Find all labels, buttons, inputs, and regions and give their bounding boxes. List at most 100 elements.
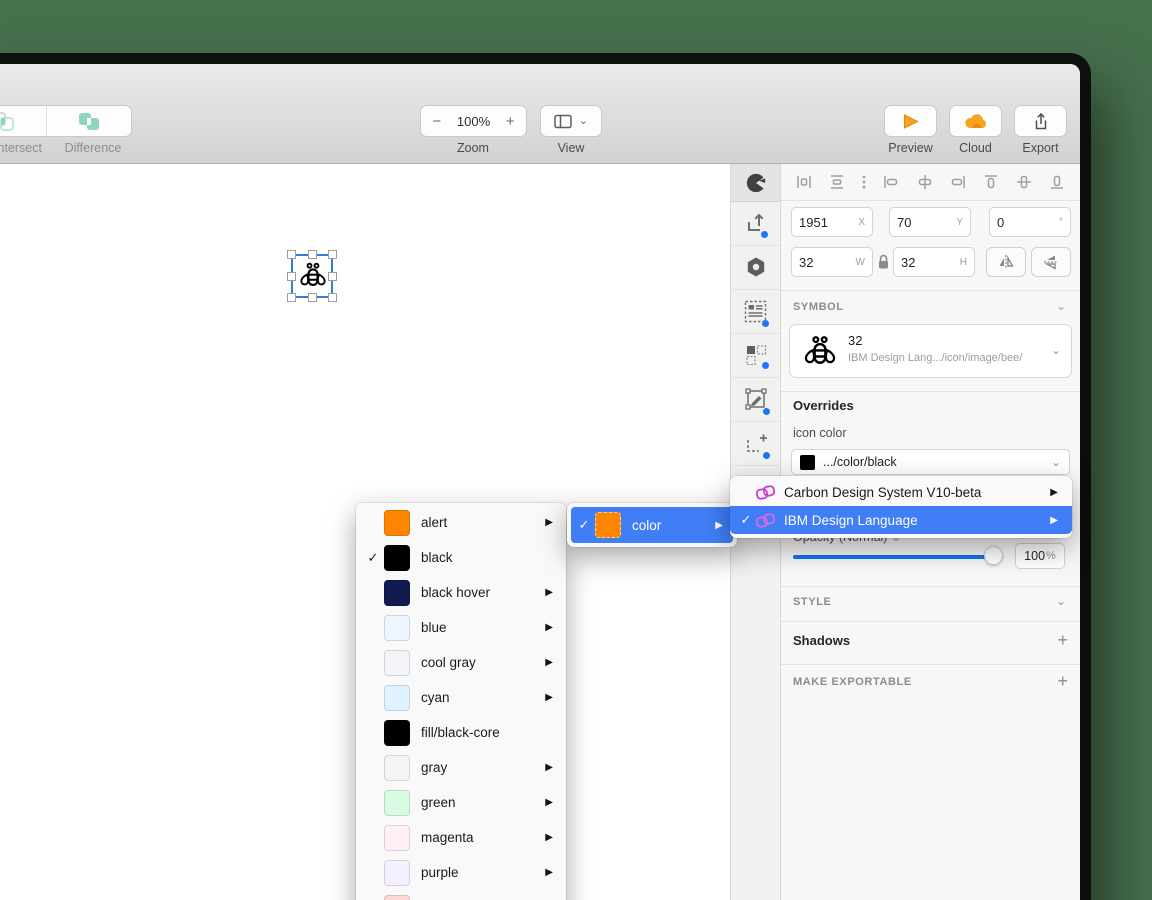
symbol-collapse-chevron-icon[interactable]: ⌄ [1056, 299, 1066, 313]
align-top-icon[interactable] [982, 173, 1000, 191]
menu-item-label: Carbon Design System V10-beta [784, 484, 982, 500]
difference-button[interactable] [45, 106, 132, 136]
menu-item-blue[interactable]: blue ▶ [356, 610, 566, 645]
preview-label: Preview [888, 141, 933, 155]
resize-handle[interactable] [328, 272, 337, 281]
submenu-arrow-icon: ▶ [545, 797, 553, 808]
zoom-out-button[interactable]: − [421, 113, 452, 130]
vector-edit-tool-button[interactable] [731, 377, 780, 421]
height-field[interactable]: 32 H [893, 247, 975, 277]
menu-item-carbon-design-system[interactable]: Carbon Design System V10-beta ▶ [730, 478, 1072, 506]
align-center-horizontal-icon[interactable] [916, 173, 934, 191]
cloud-button[interactable] [949, 105, 1002, 137]
desktop: Intersect Difference − 100% + Zoom ⌄ Vie… [0, 0, 1152, 900]
export-button[interactable] [1014, 105, 1067, 137]
more-options-icon[interactable] [861, 173, 867, 191]
align-left-icon[interactable] [882, 173, 900, 191]
distribute-horizontal-icon[interactable] [795, 173, 813, 191]
opacity-slider[interactable] [793, 555, 1003, 559]
width-field[interactable]: 32 W [791, 247, 873, 277]
color-token-menu: alert ▶ ✓ black black hover ▶ blue ▶ coo… [356, 503, 566, 900]
menu-item-magenta[interactable]: magenta ▶ [356, 820, 566, 855]
rotation-field[interactable]: 0 ° [989, 207, 1071, 237]
menu-item-label: purple [421, 865, 459, 880]
add-frame-tool-button[interactable] [731, 421, 780, 465]
color-swatch [384, 509, 410, 536]
bee-thumbnail-icon [802, 334, 838, 370]
menu-item-fill-black-core[interactable]: fill/black-core [356, 715, 566, 750]
menu-item-label: black [421, 550, 453, 565]
y-position-field[interactable]: 70 Y [889, 207, 971, 237]
symbol-dropdown-chevron-icon[interactable]: ⌄ [1051, 343, 1061, 357]
add-export-button[interactable]: + [1057, 672, 1068, 690]
make-exportable-header: MAKE EXPORTABLE [793, 676, 912, 688]
menu-item-label: black hover [421, 585, 491, 600]
submenu-arrow-icon: ▶ [545, 517, 553, 528]
overrides-header: Overrides [793, 398, 854, 413]
craft-panel-tab[interactable] [731, 164, 780, 202]
opacity-value: 100 [1024, 549, 1046, 563]
resize-handle[interactable] [328, 293, 337, 302]
alignment-toolbar [781, 164, 1080, 201]
menu-item-black[interactable]: ✓ black [356, 540, 566, 575]
align-middle-vertical-icon[interactable] [1015, 173, 1033, 191]
sync-tool-button[interactable] [731, 201, 780, 245]
menu-item-alert[interactable]: alert ▶ [356, 505, 566, 540]
menu-item-cool-gray[interactable]: cool gray ▶ [356, 645, 566, 680]
view-button[interactable]: ⌄ [540, 105, 602, 137]
menu-item-gray[interactable]: gray ▶ [356, 750, 566, 785]
menu-item-green[interactable]: green ▶ [356, 785, 566, 820]
symbol-picker[interactable]: 32 IBM Design Lang.../icon/image/bee/ ⌄ [789, 324, 1072, 378]
menu-item-black-hover[interactable]: black hover ▶ [356, 575, 566, 610]
override-value: .../color/black [823, 455, 897, 469]
difference-label: Difference [64, 141, 122, 155]
icon-color-dropdown[interactable]: .../color/black ⌄ [791, 449, 1070, 475]
align-right-icon[interactable] [949, 173, 967, 191]
flip-vertical-button[interactable] [1031, 247, 1071, 277]
override-color-swatch [800, 454, 815, 470]
color-swatch [384, 719, 410, 746]
style-collapse-chevron-icon[interactable]: ⌄ [1056, 594, 1066, 608]
view-icon [554, 114, 572, 129]
opacity-slider-knob[interactable] [984, 546, 1003, 565]
intersect-button[interactable] [0, 106, 46, 136]
resize-handle[interactable] [287, 293, 296, 302]
preview-icon [902, 113, 920, 130]
y-unit: Y [956, 216, 963, 228]
menu-item-partial[interactable] [356, 890, 566, 900]
selected-symbol-bee[interactable] [287, 250, 337, 302]
color-swatch [384, 789, 410, 816]
zoom-in-button[interactable]: + [495, 113, 526, 130]
add-shadow-button[interactable]: + [1057, 631, 1068, 649]
duplicate-tool-button[interactable] [731, 333, 780, 377]
menu-item-label: color [632, 517, 662, 533]
x-position-field[interactable]: 1951 X [791, 207, 873, 237]
color-swatch [384, 859, 410, 886]
view-label: View [557, 141, 585, 155]
align-bottom-icon[interactable] [1048, 173, 1066, 191]
resize-handle[interactable] [287, 250, 296, 259]
distribute-vertical-icon[interactable] [828, 173, 846, 191]
menu-item-color[interactable]: ✓ color ▶ [571, 507, 733, 543]
color-swatch [384, 544, 410, 571]
layout-tool-button[interactable] [731, 289, 780, 333]
resize-handle[interactable] [308, 293, 317, 302]
submenu-arrow-icon: ▶ [545, 587, 553, 598]
resize-handle[interactable] [308, 250, 317, 259]
zoom-label: Zoom [457, 141, 489, 155]
preview-button[interactable] [884, 105, 937, 137]
menu-item-purple[interactable]: purple ▶ [356, 855, 566, 890]
hexagon-tool-button[interactable] [731, 245, 780, 289]
zoom-control: − 100% + [420, 105, 527, 137]
resize-handle[interactable] [328, 250, 337, 259]
opacity-value-field[interactable]: 100% [1015, 543, 1065, 569]
flip-horizontal-button[interactable] [986, 247, 1026, 277]
menu-item-ibm-design-language[interactable]: ✓ IBM Design Language ▶ [730, 506, 1072, 534]
width-unit: W [855, 256, 865, 268]
menu-item-cyan[interactable]: cyan ▶ [356, 680, 566, 715]
lock-ratio-icon[interactable] [877, 254, 890, 270]
menu-item-label: alert [421, 515, 448, 530]
rotation-unit: ° [1059, 216, 1063, 228]
resize-handle[interactable] [287, 272, 296, 281]
menu-item-label: cool gray [421, 655, 476, 670]
